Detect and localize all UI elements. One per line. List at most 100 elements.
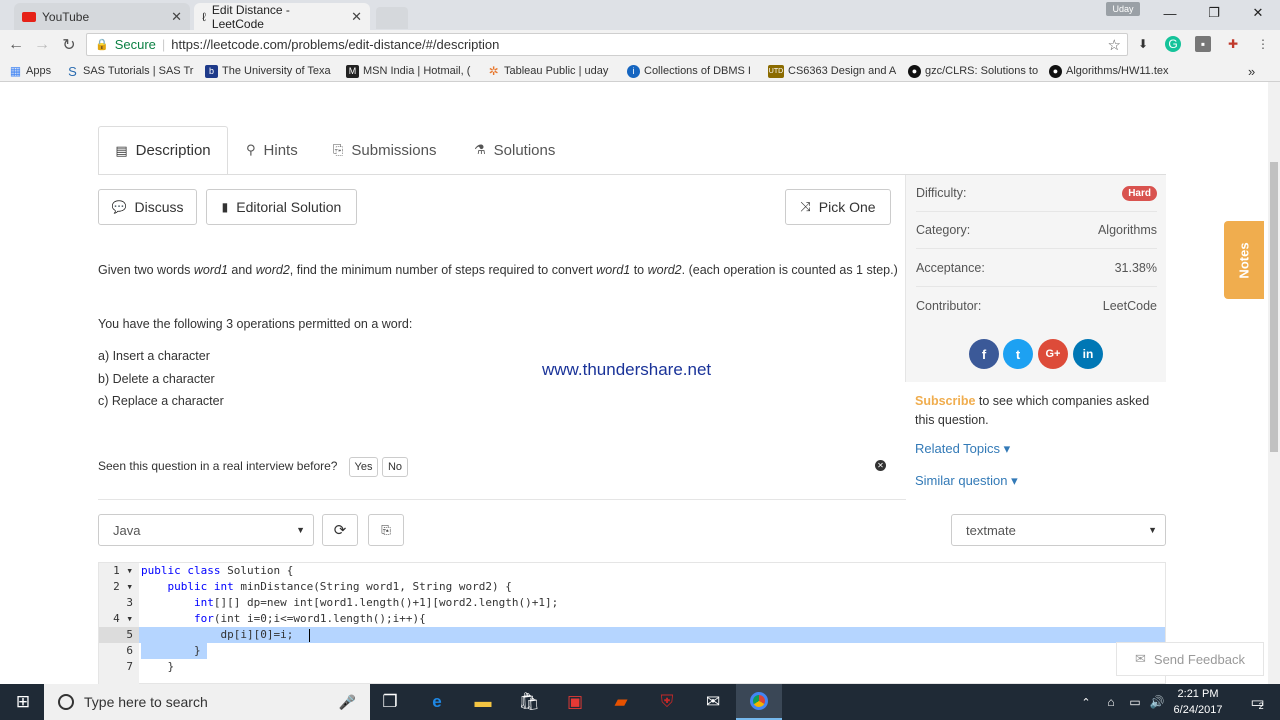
code-file-button[interactable]: ⎘	[368, 514, 404, 546]
action-center-icon[interactable]: ▭ 2	[1234, 684, 1280, 720]
edge-browser-icon[interactable]: e	[414, 684, 460, 720]
reset-code-button[interactable]: ⟳	[322, 514, 358, 546]
code-line: for(int i=0;i<=word1.length();i++){	[141, 612, 426, 625]
bookmark-star-icon[interactable]: ☆	[1108, 36, 1121, 54]
info-icon: i	[627, 64, 640, 78]
mail-icon[interactable]: ✉	[690, 684, 736, 720]
send-feedback-button[interactable]: ✉ Send Feedback	[1116, 642, 1264, 676]
notification-count: 2	[1258, 701, 1264, 711]
dismiss-icon[interactable]: ✕	[875, 460, 886, 471]
browser-tab-youtube[interactable]: YouTube ✕	[14, 3, 190, 30]
text-cursor	[309, 629, 310, 642]
store-icon[interactable]: 🛍	[506, 684, 552, 720]
task-view-icon[interactable]: ❐	[367, 684, 413, 720]
bookmarks-bar: ▦ Apps S SAS Tutorials | SAS Tr b The Un…	[0, 59, 1280, 82]
windows-start-icon[interactable]: ⊞	[0, 684, 46, 720]
taskbar-search-box[interactable]: Type here to search 🎤	[44, 684, 370, 720]
scrollbar-thumb[interactable]	[1270, 162, 1278, 452]
reload-icon[interactable]: ↻	[56, 30, 82, 59]
tab-hints[interactable]: ⚲ Hints	[246, 126, 298, 174]
show-hidden-icons-icon[interactable]: ⌃	[1076, 684, 1096, 720]
secure-label: Secure	[114, 37, 156, 52]
extension-icon[interactable]: ✚	[1225, 36, 1241, 52]
more-bookmarks-icon[interactable]: »	[1248, 63, 1262, 79]
bookmark-apps[interactable]: ▦ Apps	[9, 63, 61, 79]
bookmark-utexas[interactable]: b The University of Texa	[205, 63, 335, 79]
close-tab-icon[interactable]: ✕	[171, 9, 182, 25]
extension-icon[interactable]: ▪	[1195, 36, 1211, 52]
bookmark-tableau[interactable]: ✲ Tableau Public | uday	[487, 63, 615, 79]
address-bar[interactable]: 🔒 Secure | https://leetcode.com/problems…	[86, 33, 1128, 56]
interview-no-button[interactable]: No	[382, 457, 408, 477]
minimize-icon[interactable]: —	[1148, 0, 1192, 26]
tab-solutions[interactable]: ⚗ Solutions	[474, 126, 555, 174]
url-text: https://leetcode.com/problems/edit-dista…	[171, 37, 500, 52]
pick-one-button[interactable]: ⤨ Pick One	[785, 189, 891, 225]
interview-yes-button[interactable]: Yes	[349, 457, 378, 477]
notes-tab[interactable]: Notes	[1224, 221, 1264, 299]
theme-select[interactable]: textmate ▼	[951, 514, 1166, 546]
code-editor[interactable]: 1 ▾ 2 ▾ 3 4 ▾ 5 6 7 public class Solutio…	[98, 562, 1166, 684]
back-icon[interactable]: ←	[3, 30, 29, 59]
msn-icon: M	[346, 64, 359, 78]
volume-icon[interactable]: 🔊	[1146, 684, 1168, 720]
browser-toolbar: ← → ↻ 🔒 Secure | https://leetcode.com/pr…	[0, 30, 1280, 59]
close-tab-icon[interactable]: ✕	[351, 9, 362, 25]
related-topics-toggle[interactable]: Related Topics ▾	[915, 441, 1010, 457]
app-icon[interactable]: ▣	[552, 684, 598, 720]
page-scrollbar[interactable]	[1268, 82, 1280, 684]
acceptance-row: Acceptance: 31.38%	[916, 250, 1157, 287]
tab-submissions[interactable]: ⎘ Submissions	[333, 126, 436, 174]
browser-tab-leetcode[interactable]: ℓ Edit Distance - LeetCode ✕	[194, 3, 370, 31]
battery-icon[interactable]: ▭	[1124, 684, 1146, 720]
mcafee-icon[interactable]: ⛨	[644, 684, 690, 720]
youtube-icon	[22, 11, 36, 22]
bookmark-dbms[interactable]: i Collections of DBMS I	[627, 63, 757, 79]
language-select[interactable]: Java ▼	[98, 514, 314, 546]
bookmark-hw11[interactable]: ● Algorithms/HW11.tex	[1049, 63, 1179, 79]
line-number: 2 ▾	[113, 580, 133, 593]
submissions-icon: ⎘	[333, 142, 344, 157]
bookmark-cs6363[interactable]: UTD CS6363 Design and A	[768, 63, 898, 79]
new-tab-button[interactable]	[376, 7, 408, 29]
problem-statement: Given two words word1 and word2, find th…	[98, 263, 898, 277]
refresh-icon: ⟳	[333, 522, 347, 539]
forward-icon[interactable]: →	[29, 30, 55, 59]
powerpoint-icon[interactable]: ▰	[598, 684, 644, 720]
bookmark-msn[interactable]: M MSN India | Hotmail, (	[346, 63, 476, 79]
user-profile-badge[interactable]: Uday	[1106, 2, 1140, 16]
line-number: 1 ▾	[113, 564, 133, 577]
twitter-share-icon[interactable]: t	[1003, 339, 1033, 369]
facebook-share-icon[interactable]: f	[969, 339, 999, 369]
shuffle-icon: ⤨	[800, 199, 811, 214]
discuss-button[interactable]: 💬 Discuss	[98, 189, 197, 225]
grammarly-icon[interactable]: G	[1165, 36, 1181, 52]
linkedin-share-icon[interactable]: in	[1073, 339, 1103, 369]
operations-intro: You have the following 3 operations perm…	[98, 317, 413, 331]
tab-description[interactable]: ▤ Description	[98, 126, 228, 174]
similar-question-toggle[interactable]: Similar question ▾	[915, 473, 1018, 489]
cortana-icon	[58, 694, 74, 710]
googleplus-share-icon[interactable]: G+	[1038, 339, 1068, 369]
line-number: 3	[126, 596, 133, 609]
download-extension-icon[interactable]: ⬇	[1135, 36, 1151, 52]
notes-label: Notes	[1236, 241, 1252, 279]
microphone-icon[interactable]: 🎤	[339, 694, 356, 711]
close-window-icon[interactable]: ✕	[1236, 0, 1280, 26]
separator: |	[161, 37, 166, 52]
menu-icon[interactable]: ⋮	[1255, 36, 1271, 52]
code-line: }	[141, 660, 175, 673]
subscribe-link[interactable]: Subscribe	[915, 394, 975, 408]
file-explorer-icon[interactable]: ▬	[460, 684, 506, 720]
editorial-solution-button[interactable]: ▮ Editorial Solution	[206, 189, 357, 225]
restore-icon[interactable]: ❐	[1192, 0, 1236, 26]
code-line: public int minDistance(String word1, Str…	[141, 580, 512, 593]
operation-insert: a) Insert a character	[98, 349, 210, 363]
taskbar-clock[interactable]: 2:21 PM 6/24/2017	[1166, 686, 1230, 718]
bookmark-sas[interactable]: S SAS Tutorials | SAS Tr	[66, 63, 196, 79]
interview-question-text: Seen this question in a real interview b…	[98, 459, 338, 473]
bookmark-clrs[interactable]: ● gzc/CLRS: Solutions to	[908, 63, 1038, 79]
network-icon[interactable]: ⌂	[1100, 684, 1122, 720]
chrome-icon[interactable]	[736, 684, 782, 720]
dropdown-caret-icon: ▼	[296, 525, 305, 535]
